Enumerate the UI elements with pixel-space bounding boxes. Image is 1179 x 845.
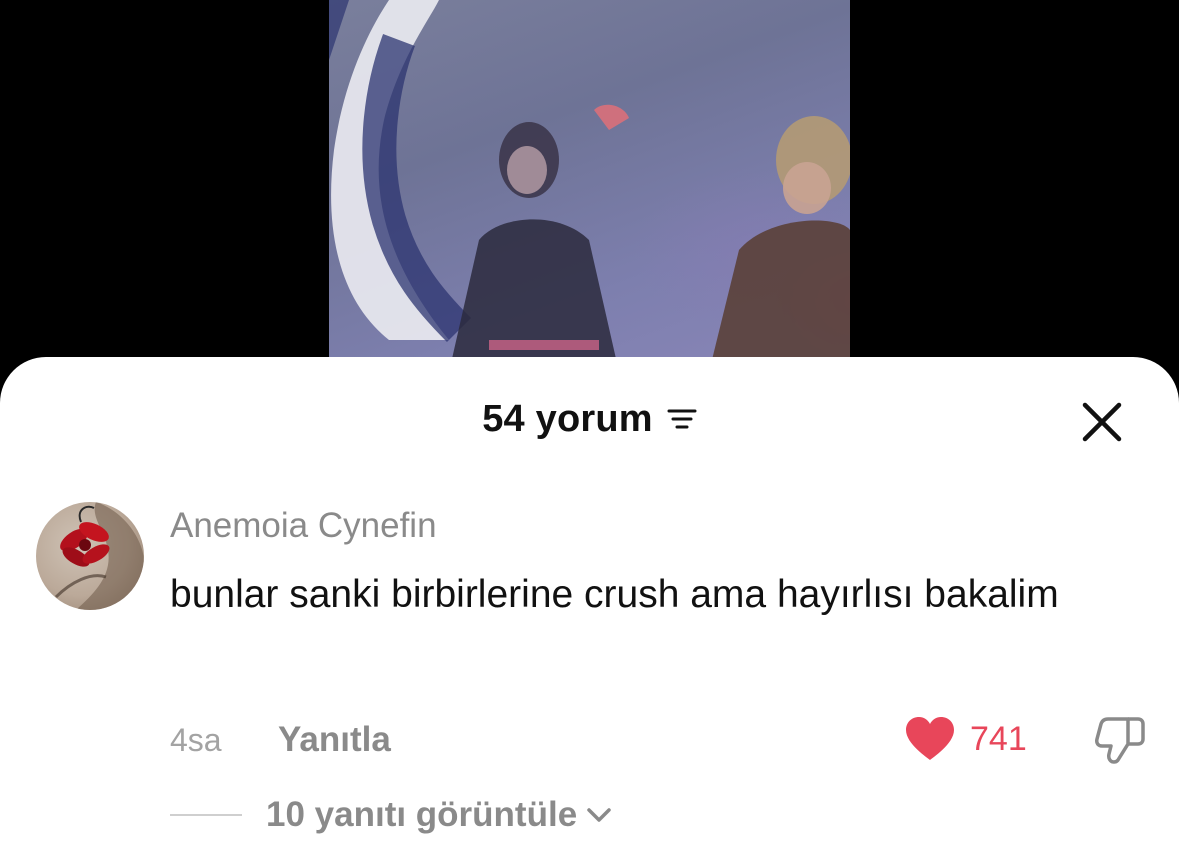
comment-time: 4sa xyxy=(170,722,222,758)
like-count: 741 xyxy=(970,719,1027,758)
thumbs-down-icon[interactable] xyxy=(1094,716,1146,766)
view-replies-label: 10 yanıtı görüntüle xyxy=(266,795,578,834)
app-screen: 54 yorum Anemoia Cynefin bunlar sanki bi… xyxy=(0,0,1179,845)
comment-text: bunlar sanki birbirlerine crush ama hayı… xyxy=(170,573,1059,616)
replies-divider-line xyxy=(170,814,242,816)
reply-button[interactable]: Yanıtla xyxy=(278,720,391,760)
video-frame[interactable] xyxy=(329,0,850,372)
chevron-down-icon[interactable] xyxy=(585,805,613,825)
video-image xyxy=(329,0,850,372)
heart-icon[interactable] xyxy=(904,716,956,762)
close-icon[interactable] xyxy=(1081,401,1123,443)
sheet-header: 54 yorum xyxy=(0,395,1179,443)
sort-lines-icon[interactable] xyxy=(667,405,697,433)
comments-sheet: 54 yorum Anemoia Cynefin bunlar sanki bi… xyxy=(0,357,1179,845)
avatar[interactable] xyxy=(36,502,144,610)
comment-username[interactable]: Anemoia Cynefin xyxy=(170,506,437,546)
comment-count-title: 54 yorum xyxy=(482,397,653,440)
view-replies-button[interactable]: 10 yanıtı görüntüle xyxy=(170,790,613,840)
like-button[interactable]: 741 xyxy=(904,716,1027,762)
comment-actions: 4sa Yanıtla 741 xyxy=(170,716,1146,766)
title-wrap[interactable]: 54 yorum xyxy=(482,398,697,441)
avatar-image xyxy=(54,502,144,610)
